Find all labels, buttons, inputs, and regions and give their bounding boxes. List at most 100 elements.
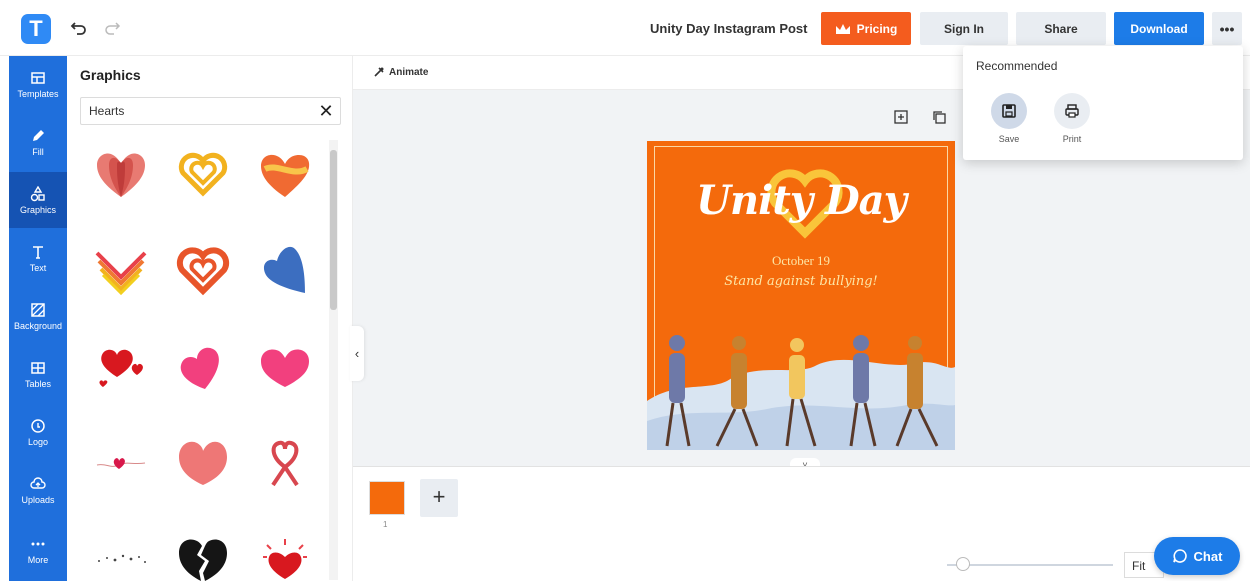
design-tagline[interactable]: Stand against bullying! [647, 274, 955, 289]
graphic-item[interactable] [256, 146, 314, 202]
salmon-heart-graphic [179, 441, 227, 485]
outline-heart-graphic [178, 152, 228, 197]
panel-title: Graphics [80, 67, 141, 83]
chat-label: Chat [1193, 548, 1223, 564]
redo-icon[interactable] [103, 19, 121, 37]
graphic-item[interactable] [174, 434, 232, 490]
sidebar-item-uploads[interactable]: Uploads [9, 462, 67, 518]
print-label: Print [1062, 134, 1082, 144]
graphic-item[interactable] [256, 434, 314, 490]
blue-heart-graphic [263, 246, 305, 293]
graphic-item[interactable] [256, 338, 314, 394]
sidebar-item-label: Templates [17, 88, 59, 99]
pink-heart-graphic [261, 349, 309, 387]
graphic-item[interactable] [92, 242, 150, 298]
graphic-item[interactable] [92, 434, 150, 490]
sidebar-item-background[interactable]: Background [9, 288, 67, 344]
add-element-icon[interactable] [894, 110, 908, 124]
cloud-upload-icon [30, 476, 46, 489]
sidebar-item-templates[interactable]: Templates [9, 56, 67, 112]
graphic-item[interactable] [92, 338, 150, 394]
animate-button[interactable]: Animate [373, 66, 428, 78]
search-input[interactable]: Hearts [80, 97, 341, 125]
sidebar-item-label: Uploads [21, 494, 55, 505]
share-button[interactable]: Share [1016, 12, 1106, 45]
text-icon [33, 245, 43, 259]
heart-string-graphic [96, 458, 146, 469]
background-icon [31, 302, 45, 317]
chevron-heart-graphic [95, 251, 147, 296]
sidebar-item-more[interactable]: More [9, 522, 67, 578]
sidebar-item-logo[interactable]: Logo [9, 404, 67, 460]
print-icon [1065, 104, 1079, 118]
add-page-button[interactable]: + [420, 479, 458, 517]
sidebar-item-label: Graphics [19, 204, 56, 215]
print-option[interactable]: Print [1052, 93, 1092, 144]
download-button[interactable]: Download [1114, 12, 1204, 45]
duplicate-icon[interactable] [932, 110, 946, 124]
panel-scrollbar[interactable] [329, 140, 338, 580]
sign-in-button[interactable]: Sign In [920, 12, 1008, 45]
save-label: Save [998, 134, 1020, 144]
sidebar-item-label: Fill [32, 146, 44, 157]
design-canvas[interactable]: Unity Day October 19 Stand against bully… [647, 141, 955, 450]
left-sidebar: Templates Fill Graphics Text Background … [9, 56, 67, 581]
sidebar-item-fill[interactable]: Fill [9, 114, 67, 170]
dropdown-title: Recommended [976, 59, 1058, 73]
graphic-item[interactable] [174, 242, 232, 298]
scrollbar-thumb[interactable] [330, 150, 337, 310]
page-number: 1 [383, 520, 388, 529]
sidebar-item-graphics[interactable]: Graphics [9, 172, 67, 228]
save-option[interactable]: Save [989, 93, 1029, 144]
animate-icon [374, 67, 384, 77]
design-title[interactable]: Unity Day [647, 177, 955, 224]
design-date[interactable]: October 19 [647, 253, 955, 269]
save-option-circle [991, 93, 1027, 129]
zoom-slider-handle[interactable] [956, 557, 970, 571]
sidebar-item-label: Text [29, 262, 47, 273]
sidebar-item-text[interactable]: Text [9, 230, 67, 286]
double-outline-heart-graphic [176, 247, 230, 296]
graphic-item[interactable] [174, 338, 232, 394]
layered-heart-graphic [97, 153, 145, 197]
pricing-button[interactable]: Pricing [821, 12, 911, 45]
pages-strip [353, 466, 1250, 581]
graphic-item[interactable] [256, 242, 314, 298]
sparkle-heart-graphic [263, 539, 307, 579]
graphic-item[interactable] [174, 530, 232, 581]
people-holding-hands-illustration [647, 335, 955, 450]
ribbon-loop-heart-graphic [271, 440, 299, 487]
pink-tilted-heart-graphic [180, 347, 219, 389]
sidebar-item-tables[interactable]: Tables [9, 346, 67, 402]
zoom-slider[interactable] [947, 564, 1113, 566]
logo-icon [31, 418, 45, 433]
clear-search-icon[interactable]: ✕ [317, 102, 335, 120]
save-icon [1002, 104, 1016, 118]
undo-icon[interactable] [70, 19, 88, 37]
collapse-panel-button[interactable]: ‹ [350, 326, 364, 381]
sidebar-item-label: Background [13, 320, 63, 331]
ribbon-heart-graphic [261, 154, 310, 197]
animate-label: Animate [389, 66, 429, 78]
chat-button[interactable]: Chat [1154, 537, 1240, 575]
page-thumbnail[interactable] [369, 481, 405, 515]
app-logo[interactable]: T [21, 14, 51, 44]
dotted-hearts-graphic [98, 554, 146, 563]
sidebar-item-label: Logo [27, 436, 49, 447]
pencil-icon [33, 129, 44, 141]
graphic-item[interactable] [92, 530, 150, 581]
more-options-button[interactable]: ••• [1212, 12, 1242, 45]
graphic-item[interactable] [92, 146, 150, 202]
pricing-label: Pricing [856, 21, 898, 36]
chat-bubble-icon [1172, 549, 1187, 563]
graphic-item[interactable] [256, 530, 314, 581]
sidebar-item-label: Tables [24, 378, 51, 389]
download-options-dropdown: Recommended Save Print [963, 46, 1243, 160]
broken-heart-graphic [179, 539, 227, 581]
graphic-item[interactable] [174, 146, 232, 202]
table-icon [31, 361, 45, 374]
document-title[interactable]: Unity Day Instagram Post [650, 21, 808, 36]
graphics-panel: Graphics Hearts ✕ [67, 56, 353, 581]
more-dots-icon [31, 542, 45, 545]
shapes-icon [30, 185, 45, 201]
